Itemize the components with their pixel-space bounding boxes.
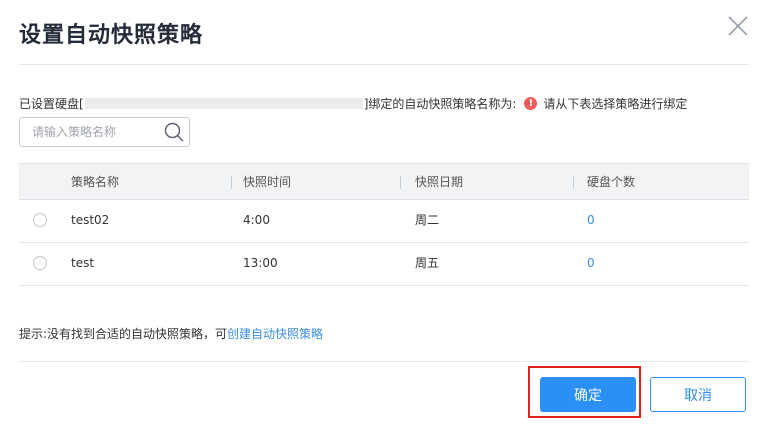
row-radio[interactable] xyxy=(33,213,47,227)
policy-name: test02 xyxy=(71,213,110,227)
table-row[interactable]: test 13:00 周五 0 xyxy=(19,243,749,286)
hint-label: 提示:没有找到合适的自动快照策略，可 xyxy=(19,327,228,341)
snapshot-date: 周二 xyxy=(415,213,440,227)
column-divider xyxy=(231,176,232,189)
column-header-time: 快照时间 xyxy=(243,175,292,189)
close-icon[interactable] xyxy=(726,14,750,38)
dialog-title: 设置自动快照策略 xyxy=(19,23,204,48)
policy-table: 策略名称 快照时间 快照日期 硬盘个数 test02 4:00 周二 0 tes… xyxy=(19,163,749,286)
column-divider xyxy=(400,176,401,189)
table-row[interactable]: test02 4:00 周二 0 xyxy=(19,200,749,243)
hint-text: 提示:没有找到合适的自动快照策略，可创建自动快照策略 xyxy=(19,325,323,342)
row-radio[interactable] xyxy=(33,256,47,270)
disk-name-redacted xyxy=(84,97,363,109)
create-policy-link[interactable]: 创建自动快照策略 xyxy=(227,327,323,341)
column-header-name: 策略名称 xyxy=(71,175,120,189)
binding-info: 已设置硬盘[ ]绑定的自动快照策略名称为: ! 请从下表选择策略进行绑定 xyxy=(19,94,687,112)
search-input[interactable] xyxy=(20,118,160,146)
confirm-button[interactable]: 确定 xyxy=(540,377,636,412)
disk-count-link[interactable]: 0 xyxy=(587,243,595,284)
search-box xyxy=(19,117,190,147)
table-header: 策略名称 快照时间 快照日期 硬盘个数 xyxy=(19,163,749,200)
column-header-date: 快照日期 xyxy=(415,175,464,189)
info-warning: 请从下表选择策略进行绑定 xyxy=(543,96,688,111)
header-divider xyxy=(19,64,749,65)
policy-name: test xyxy=(71,256,95,270)
snapshot-date: 周五 xyxy=(415,256,440,270)
search-icon[interactable] xyxy=(163,121,185,143)
disk-count-link[interactable]: 0 xyxy=(587,200,595,241)
footer-divider xyxy=(19,361,749,362)
exclamation-circle-icon: ! xyxy=(524,96,538,110)
column-divider xyxy=(573,176,574,189)
snapshot-time: 4:00 xyxy=(243,213,270,227)
column-header-disks: 硬盘个数 xyxy=(587,175,636,189)
info-prefix: 已设置硬盘[ xyxy=(19,96,84,111)
snapshot-time: 13:00 xyxy=(243,256,278,270)
cancel-button[interactable]: 取消 xyxy=(650,377,746,412)
info-suffix: ]绑定的自动快照策略名称为: xyxy=(363,96,517,111)
